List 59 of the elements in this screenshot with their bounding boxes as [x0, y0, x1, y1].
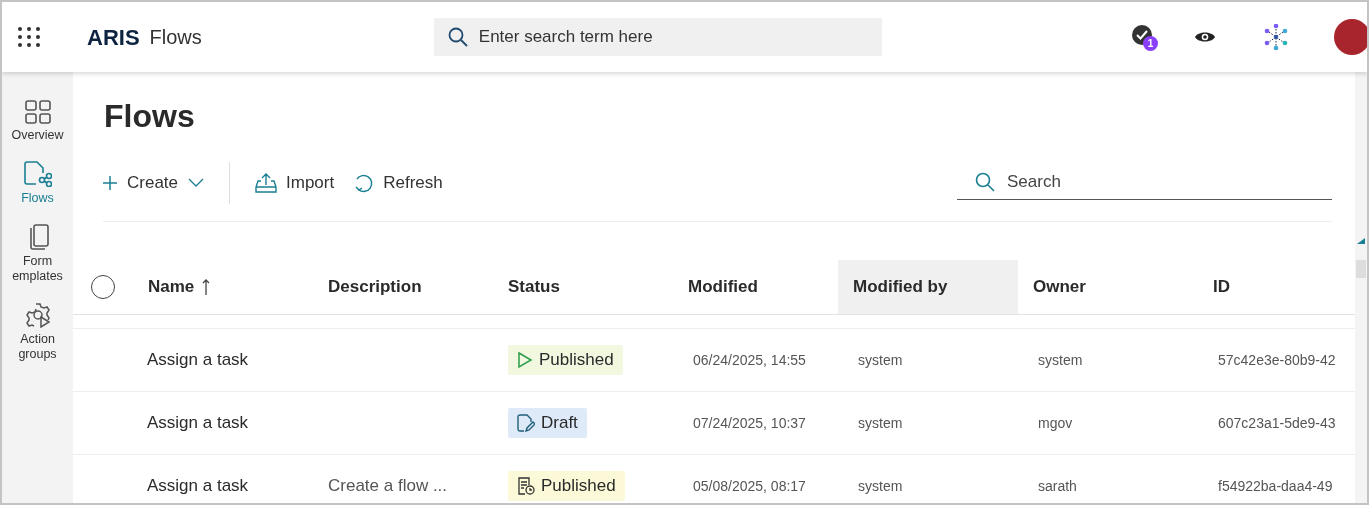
table-cell-text: Assign a task: [146, 475, 250, 498]
create-button[interactable]: Create: [103, 169, 205, 196]
scroll-thumb[interactable]: [1356, 260, 1366, 278]
plus-icon: [103, 175, 117, 190]
table-cell-text: system: [1037, 350, 1084, 370]
gear-play-icon: [24, 302, 51, 328]
eye-icon[interactable]: [1194, 30, 1216, 44]
status-badge: Published: [508, 345, 623, 375]
search-field[interactable]: Enter search term here: [433, 18, 882, 56]
user-avatar[interactable]: [1334, 19, 1367, 55]
column-header[interactable]: ID: [1198, 260, 1355, 314]
search-icon: [447, 27, 468, 47]
refresh-icon: [354, 172, 375, 193]
product-name: Flows: [149, 25, 202, 50]
table-cell: Create a flow ...: [328, 476, 448, 496]
sidebar-item[interactable]: Overview: [2, 100, 73, 143]
scroll-up-icon[interactable]: [1357, 238, 1365, 244]
table-cell-text: 07/24/2025, 10:37: [692, 413, 807, 433]
edit-document-icon: [517, 414, 535, 432]
table-cell-text: system: [857, 350, 904, 370]
search-icon: [975, 172, 995, 192]
scrollbar[interactable]: [1355, 72, 1367, 503]
table-cell-text: system: [857, 413, 904, 433]
table-cell-text: 607c23a1-5de9-43: [1217, 413, 1337, 433]
flow-document-icon: [23, 161, 52, 187]
play-icon: [517, 351, 533, 369]
refresh-button[interactable]: Refresh: [354, 169, 443, 196]
sidebar-item[interactable]: Form emplates: [2, 224, 73, 284]
column-header[interactable]: Modified by: [838, 260, 1018, 314]
table-cell-text: 06/24/2025, 14:55: [692, 350, 807, 370]
sidebar-item[interactable]: Action groups: [2, 302, 73, 362]
page-title: Flows: [104, 97, 196, 136]
table-search-field[interactable]: Search: [957, 164, 1332, 200]
column-header[interactable]: Name: [133, 260, 313, 314]
table-cell-text: system: [857, 476, 904, 496]
brand-name: ARIS: [87, 23, 140, 52]
app-launcher-icon[interactable]: [17, 26, 41, 48]
table-cell-text: 57c42e3e-80b9-42: [1217, 350, 1337, 370]
grid-icon: [24, 100, 51, 124]
column-header[interactable]: Owner: [1018, 260, 1198, 314]
table-cell-text: 05/08/2025, 08:17: [692, 476, 807, 496]
table-cell-text: mgov: [1037, 413, 1074, 433]
column-header[interactable]: Description: [313, 260, 493, 314]
table-cell-text: sarath: [1037, 476, 1078, 496]
network-icon[interactable]: [1264, 24, 1288, 50]
upload-tray-icon: [255, 172, 278, 193]
import-button[interactable]: Import: [255, 169, 335, 196]
column-header[interactable]: Modified: [673, 260, 838, 314]
document-clock-icon: [517, 477, 535, 495]
table-cell-text: Assign a task: [146, 412, 250, 435]
table-cell-text: f54922ba-daa4-49: [1217, 476, 1334, 496]
status-badge: Draft: [508, 408, 587, 438]
sidebar-item[interactable]: Flows: [2, 161, 73, 206]
column-header[interactable]: Status: [493, 260, 673, 314]
table-cell-text: Assign a task: [146, 349, 250, 372]
notification-badge: 1: [1143, 36, 1158, 51]
chevron-down-icon: [188, 178, 205, 187]
status-badge: Published: [508, 471, 625, 501]
sort-up-icon: [202, 279, 211, 295]
